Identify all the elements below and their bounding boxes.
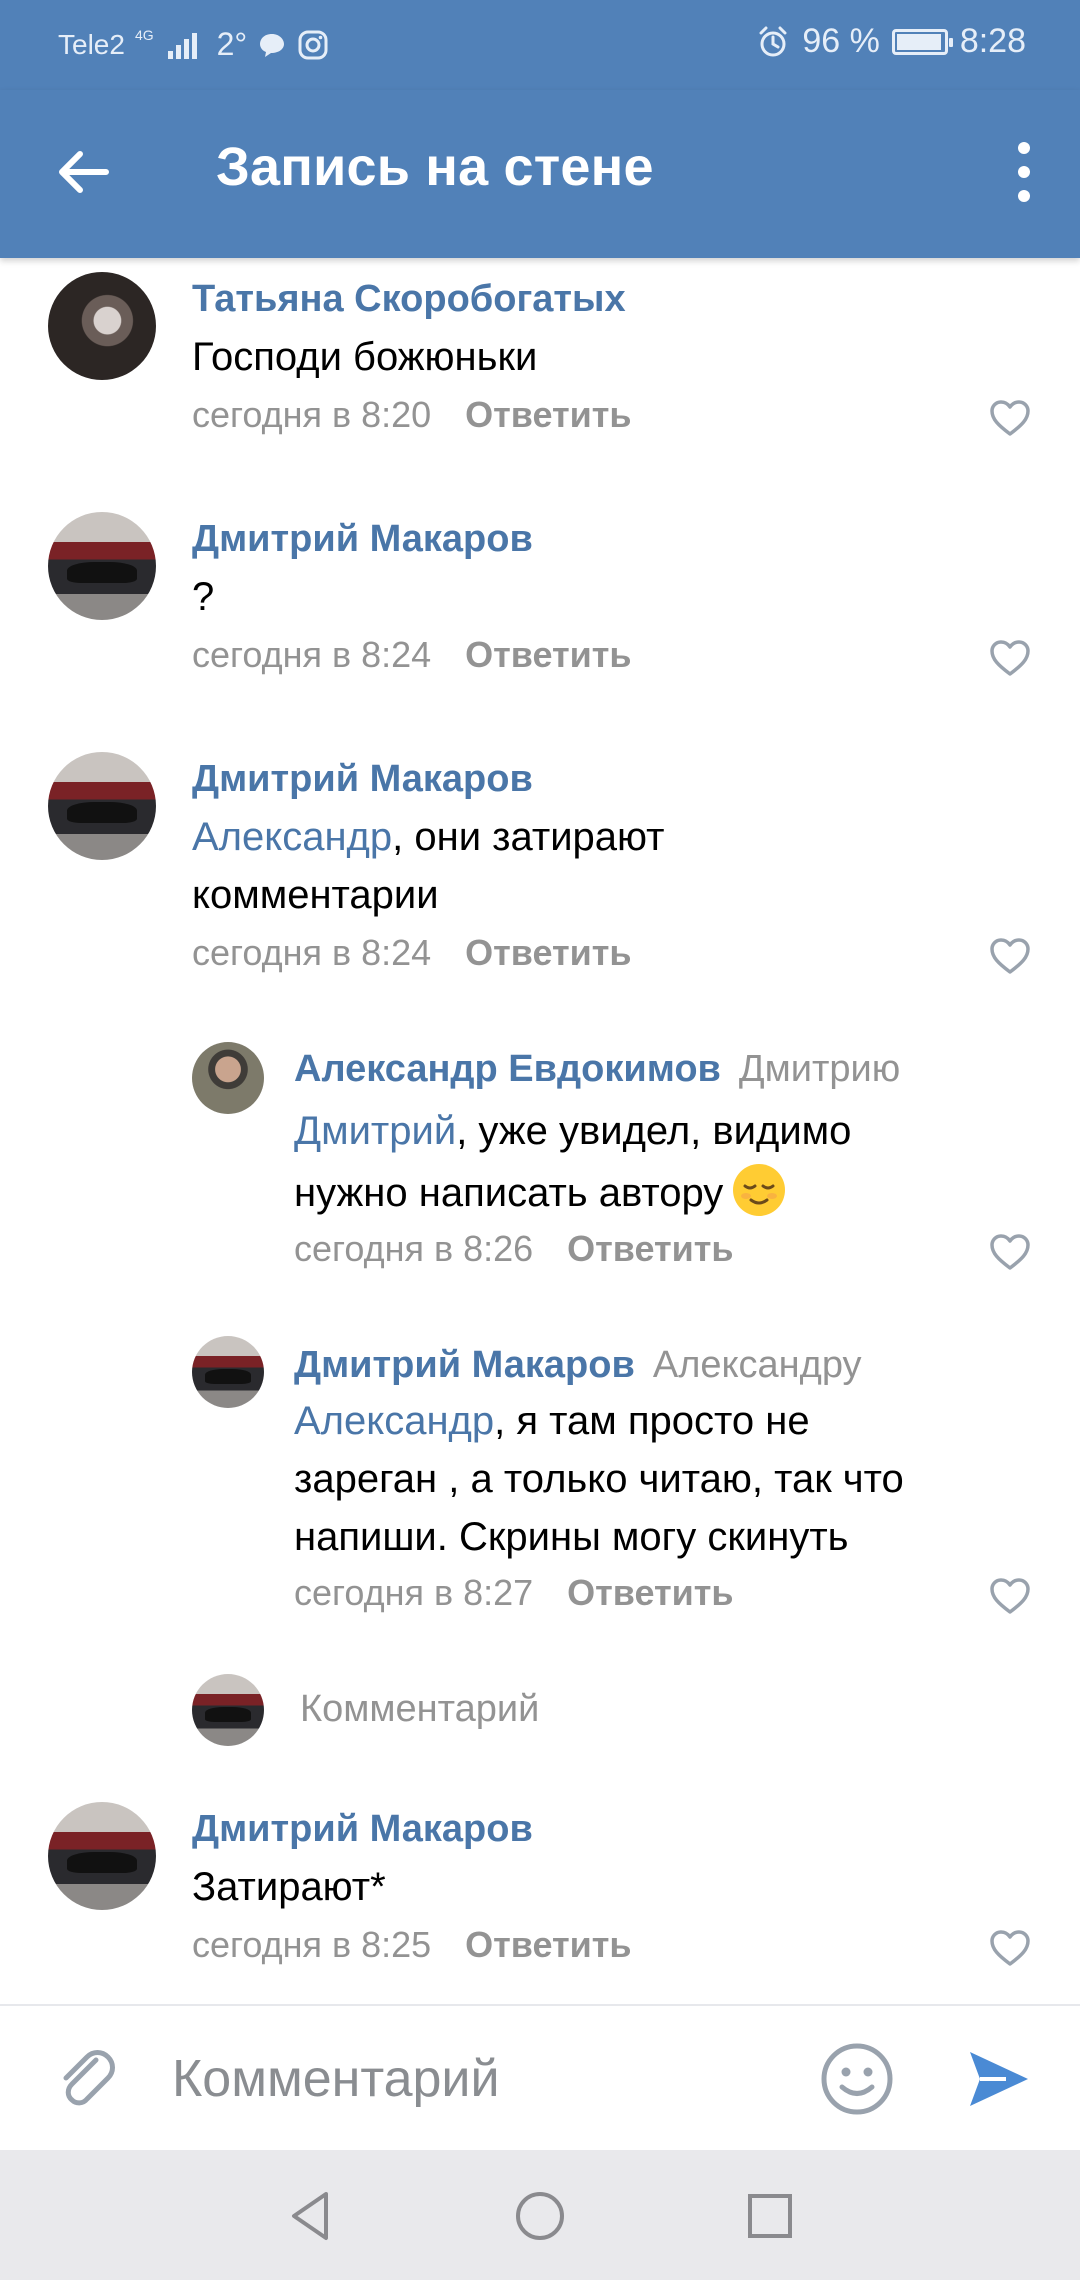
status-left: Tele2 4G 2° xyxy=(58,26,329,63)
nav-recent-icon[interactable] xyxy=(740,2186,800,2246)
comment-author[interactable]: Дмитрий Макаров xyxy=(192,518,533,561)
mention-link[interactable]: Александр xyxy=(192,815,392,859)
avatar[interactable] xyxy=(48,752,156,860)
mention-link[interactable]: Дмитрий xyxy=(294,1109,456,1153)
comment-text: Затирают* xyxy=(192,1865,386,1909)
reply-to-label[interactable]: Александру xyxy=(653,1344,862,1386)
heart-icon[interactable] xyxy=(988,398,1032,438)
heart-icon[interactable] xyxy=(988,1928,1032,1968)
comment-text-line: , они затирают xyxy=(392,815,665,859)
comment-time: сегодня в 8:24 xyxy=(192,932,432,973)
comment-author: Дмитрий Макаров Александру xyxy=(294,1344,862,1387)
reply-button[interactable]: Ответить xyxy=(465,634,631,675)
app-bar: Запись на стене xyxy=(0,90,1080,258)
nav-home-icon[interactable] xyxy=(510,2186,570,2246)
more-options-icon[interactable] xyxy=(1012,142,1036,202)
send-icon[interactable] xyxy=(966,2048,1032,2110)
reply-button[interactable]: Ответить xyxy=(567,1228,733,1269)
comment-text-line: зареган , а только читаю, так что xyxy=(294,1457,904,1501)
comment-text: Господи божюньки xyxy=(192,335,538,379)
comment-input[interactable] xyxy=(170,2046,774,2112)
battery-icon xyxy=(891,28,953,55)
avatar[interactable] xyxy=(48,512,156,620)
heart-icon[interactable] xyxy=(988,1576,1032,1616)
system-nav-bar xyxy=(0,2150,1080,2280)
comment-meta: сегодня в 8:24 Ответить xyxy=(192,932,632,974)
comment-text: Дмитрий, уже увидел, видимо нужно написа… xyxy=(294,1100,1080,1224)
status-right: 96 % 8:28 xyxy=(756,22,1026,61)
comment-author-name[interactable]: Александр Евдокимов xyxy=(294,1048,721,1090)
comment-text: Александр, они затирают комментарии xyxy=(192,808,992,924)
comment-text: ? xyxy=(192,575,215,619)
mention-link[interactable]: Александр xyxy=(294,1399,494,1443)
reply-to-label[interactable]: Дмитрию xyxy=(739,1048,900,1090)
nav-back-icon[interactable] xyxy=(280,2186,340,2246)
relieved-face-emoji-icon xyxy=(733,1164,786,1216)
comment-author-name[interactable]: Дмитрий Макаров xyxy=(294,1344,635,1386)
reply-button[interactable]: Ответить xyxy=(465,394,631,435)
carrier-name: Tele2 xyxy=(58,28,125,60)
status-bar: Tele2 4G 2° 96 % 8:28 xyxy=(0,0,1080,90)
comment-meta: сегодня в 8:27 Ответить xyxy=(294,1572,734,1614)
instagram-icon xyxy=(298,30,328,59)
thread-reply-input[interactable]: Комментарий xyxy=(0,1674,1080,1764)
comment-text-line: напиши. Скрины могу скинуть xyxy=(294,1515,849,1559)
comment-text-line: , уже увидел, видимо xyxy=(456,1109,852,1153)
comment-text-line: нужно написать автору xyxy=(294,1171,724,1215)
network-type: 4G xyxy=(134,26,154,43)
comment-author: Александр Евдокимов Дмитрию xyxy=(294,1048,900,1091)
avatar[interactable] xyxy=(192,1042,264,1114)
comment-time: сегодня в 8:27 xyxy=(294,1572,534,1613)
comment-author[interactable]: Татьяна Скоробогатых xyxy=(192,278,626,321)
heart-icon[interactable] xyxy=(988,936,1032,976)
reply-button[interactable]: Ответить xyxy=(465,1924,631,1965)
back-arrow-icon[interactable] xyxy=(52,140,116,204)
message-icon xyxy=(260,33,285,57)
temperature: 2° xyxy=(216,26,248,62)
alarm-icon xyxy=(759,26,787,56)
comment-time: сегодня в 8:24 xyxy=(192,634,432,675)
emoji-smile-icon[interactable] xyxy=(820,2042,894,2116)
comments-list[interactable]: Татьяна Скоробогатых Господи божюньки се… xyxy=(0,258,1080,2004)
comment-text-line: , я там просто не xyxy=(494,1399,810,1443)
reply-button[interactable]: Ответить xyxy=(567,1572,733,1613)
comment-time: сегодня в 8:25 xyxy=(192,1924,432,1965)
clock: 8:28 xyxy=(959,22,1026,60)
attach-icon[interactable] xyxy=(52,2044,120,2112)
reply-button[interactable]: Ответить xyxy=(465,932,631,973)
heart-icon[interactable] xyxy=(988,638,1032,678)
comment-time: сегодня в 8:26 xyxy=(294,1228,534,1269)
comment-meta: сегодня в 8:26 Ответить xyxy=(294,1228,734,1270)
avatar[interactable] xyxy=(48,272,156,380)
thread-reply-placeholder[interactable]: Комментарий xyxy=(300,1688,539,1731)
comment-time: сегодня в 8:20 xyxy=(192,394,432,435)
comment-author[interactable]: Дмитрий Макаров xyxy=(192,1808,533,1851)
battery-percent: 96 % xyxy=(802,22,880,60)
comment-meta: сегодня в 8:20 Ответить xyxy=(192,394,632,436)
heart-icon[interactable] xyxy=(988,1232,1032,1272)
comment-meta: сегодня в 8:24 Ответить xyxy=(192,634,632,676)
comment-text-line: комментарии xyxy=(192,873,439,917)
comment-text: Александр, я там просто не зареган , а т… xyxy=(294,1392,1080,1566)
comment-author[interactable]: Дмитрий Макаров xyxy=(192,758,533,801)
avatar[interactable] xyxy=(192,1336,264,1408)
page-title: Запись на стене xyxy=(216,137,654,197)
signal-icon xyxy=(167,31,197,59)
avatar[interactable] xyxy=(48,1802,156,1910)
avatar xyxy=(192,1674,264,1746)
comment-meta: сегодня в 8:25 Ответить xyxy=(192,1924,632,1966)
comment-composer xyxy=(0,2004,1080,2152)
